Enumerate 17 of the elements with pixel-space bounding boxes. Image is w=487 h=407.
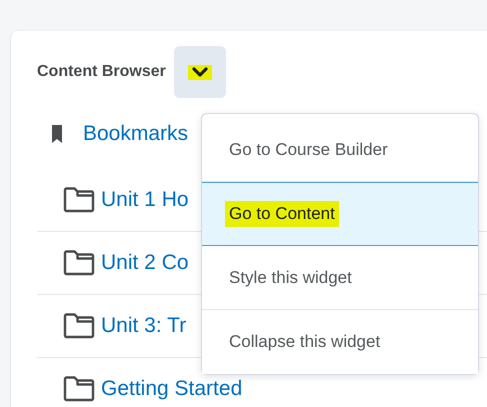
menu-item[interactable]: Go to Course Builder: [202, 118, 478, 182]
folder-icon: [63, 376, 95, 402]
menu-item[interactable]: Style this widget: [202, 246, 478, 310]
bookmarks-link[interactable]: Bookmarks: [83, 122, 188, 146]
menu-item[interactable]: Collapse this widget: [202, 310, 478, 374]
folder-icon: [63, 313, 95, 339]
chevron-down-icon: [192, 66, 208, 78]
folder-icon: [63, 187, 95, 213]
menu-item[interactable]: Go to Content: [202, 182, 478, 246]
folder-icon: [63, 250, 95, 276]
widget-title: Content Browser: [37, 63, 166, 81]
bookmark-icon: [51, 124, 63, 144]
module-link[interactable]: Unit 3: Tr: [101, 314, 186, 338]
widget-menu-button[interactable]: [174, 46, 226, 98]
module-link[interactable]: Unit 2 Co: [101, 251, 189, 275]
module-link[interactable]: Getting Started: [101, 377, 242, 401]
module-link[interactable]: Unit 1 Ho: [101, 188, 189, 212]
